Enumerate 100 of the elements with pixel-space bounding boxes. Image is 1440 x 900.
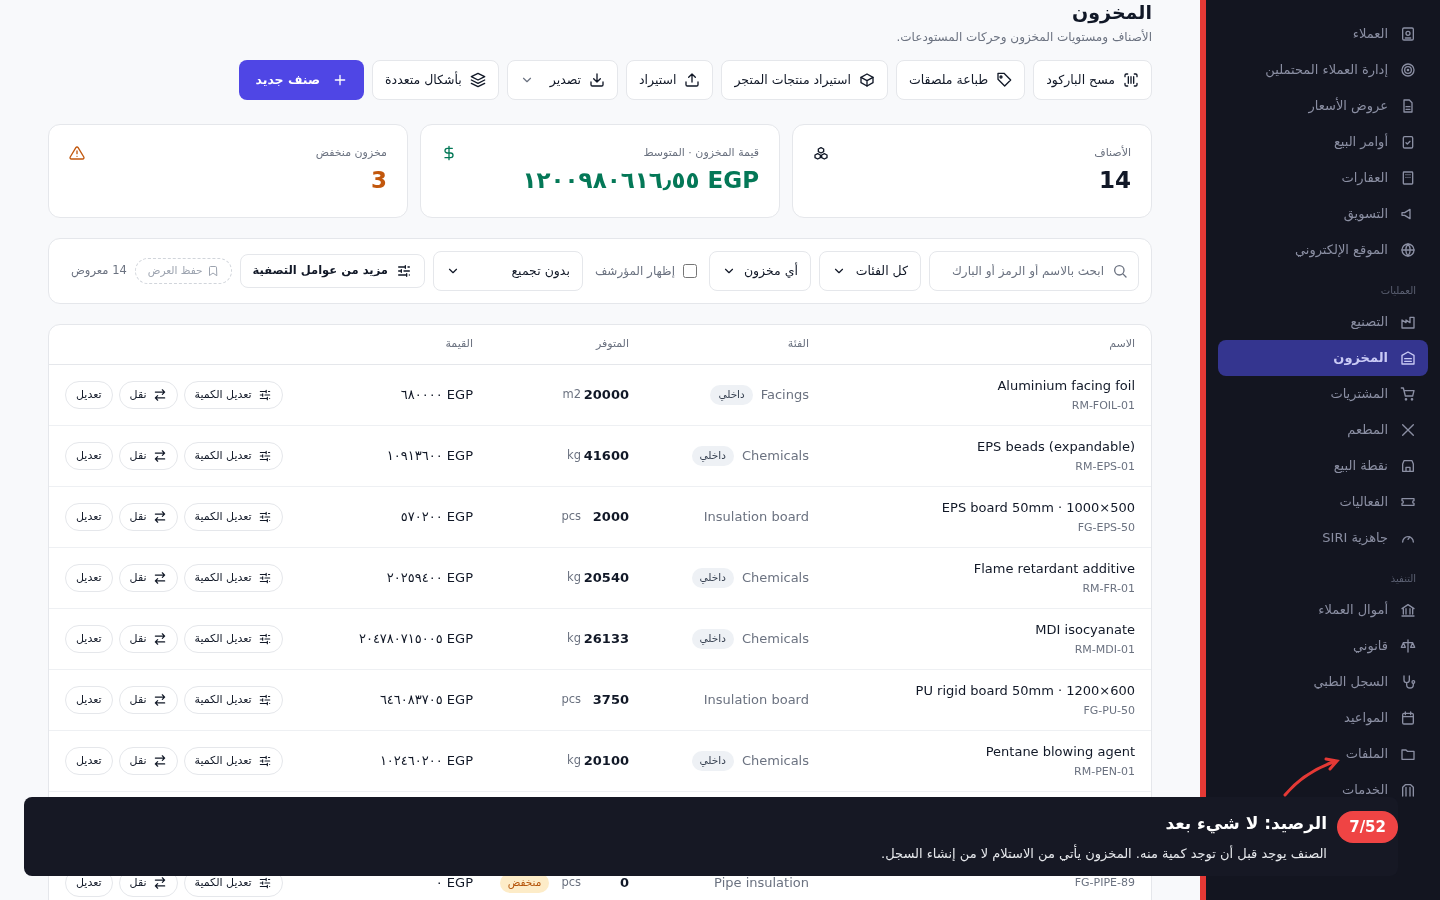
value-text: EGP ٦٨٠٠٠٠ [399,386,473,405]
select-field[interactable]: كل الفئات [819,251,921,291]
contact-card-icon [1400,26,1416,42]
sliders-icon [257,632,272,646]
swap-icon [152,510,167,524]
tour-text: الصنف يوجد قبل أن توجد كمية منه. المخزون يأتي من الاستلام لا من إنشاء السجل. [881,844,1327,864]
checkbox[interactable] [683,264,697,278]
quantity-text: 26133 [583,630,629,649]
item-name: Flame retardant additive [973,559,1135,578]
status-badge: داخلي [691,751,734,771]
page-subtitle: الأصناف ومستويات المخزون وحركات المستودعات. [896,28,1152,46]
item-code: RM-MDI-01 [1074,642,1135,658]
item-code: RM-EPS-01 [1075,459,1135,475]
unit-text: kg [567,569,581,587]
column-header: القيمة [444,336,473,353]
item-code: RM-PEN-01 [1074,764,1135,780]
category-text: Chemicals [741,752,809,771]
toolbar-button[interactable]: استيراد [626,60,714,100]
sidebar-section-label: التنفيذ [1390,573,1416,585]
sidebar-item[interactable]: التصنيع [1218,304,1428,340]
sidebar-item[interactable]: نقطة البيع [1218,448,1428,484]
bookmark-icon [206,265,219,277]
status-badge: داخلي [691,629,734,649]
stat-label: قيمة المخزون · المتوسط [642,145,759,161]
category-text: Chemicals [741,569,809,588]
quantity-text: 20100 [583,752,629,771]
sidebar-item[interactable]: الفعاليات [1218,484,1428,520]
tag-icon [996,72,1013,88]
quantity-text: 3750 [592,691,629,710]
stat-value: 3 [370,165,387,194]
item-name: Pentane blowing agent [985,742,1135,761]
store-icon [1400,458,1416,474]
sidebar-item[interactable]: المخزون [1218,340,1428,376]
item-code: FG-PU-50 [1083,703,1135,719]
item-name: EPS board 50mm · 1000×500 [941,498,1135,517]
sidebar-item[interactable]: السجل الطبي [1218,664,1428,700]
sliders-icon [257,693,272,707]
select-field[interactable]: بدون تجميع [432,251,583,291]
column-header: الاسم [1108,336,1135,353]
folder-icon [1400,746,1416,762]
sidebar-item[interactable]: المطعم [1218,412,1428,448]
item-code: RM-FR-01 [1082,581,1135,597]
value-text: EGP ١٠٢٤٦٠٢٠٠ [378,752,473,771]
upload-icon [684,72,701,88]
sidebar-item[interactable]: الخدمات [1218,772,1428,808]
item-name: EPS beads (expandable) [977,437,1135,456]
quantity-text: 0 [619,874,629,893]
value-text: EGP ٠ [434,874,473,893]
sidebar-item[interactable]: المشتريات [1218,376,1428,412]
sidebar-item[interactable]: الموقع الإلكتروني [1218,232,1428,268]
unit-text: kg [567,447,581,465]
value-text: EGP ٢٠٤٧٨٠٧١٥٠٠٥ [357,630,473,649]
toolbar-button[interactable]: استيراد منتجات المتجر [721,60,888,100]
stethoscope-icon [1400,674,1416,690]
swap-icon [152,693,167,707]
checkbox-label: إظهار المؤرشف [594,263,675,280]
more-filters-button[interactable]: مزيد من عوامل التصفية [239,254,425,288]
unit-text: kg [567,752,581,770]
download-icon [589,72,606,88]
sidebar-item[interactable]: المواعيد [1218,700,1428,736]
category-text: Insulation board [703,508,809,527]
item-name: PU rigid board 50mm · 1200×600 [915,681,1135,700]
sidebar-item[interactable]: قانوني [1218,628,1428,664]
toolbar-button[interactable]: بأشكال متعددة [372,60,499,100]
swap-icon [152,388,167,402]
sidebar-item[interactable]: أموال العملاء [1218,592,1428,628]
stat-label: مخزون منخفض [315,145,387,161]
sidebar-item[interactable]: عروض الأسعار [1218,88,1428,124]
sidebar-item[interactable]: جاهزية SIRI [1218,520,1428,556]
stat-label: الأصناف [1094,145,1131,161]
quantity-text: 20000 [583,386,629,405]
stat-value: 14 [1098,165,1131,194]
sliders-icon [257,754,272,768]
sidebar-item[interactable]: الملفات [1218,736,1428,772]
select-field[interactable]: أي مخزون [709,251,811,291]
toolbar-button[interactable]: صنف جديد [239,60,365,100]
toolbar-button[interactable]: طباعة ملصقات [896,60,1026,100]
status-badge: داخلي [691,568,734,588]
item-code: RM-FOIL-01 [1071,398,1135,414]
sidebar-section-label: العمليات [1380,285,1416,297]
status-badge: داخلي [710,385,753,405]
target-icon [1400,62,1416,78]
barcode-icon [1123,72,1139,88]
unit-text: kg [567,630,581,648]
cart-icon [1400,386,1416,402]
toolbar-button[interactable]: مسح الباركود [1033,60,1152,100]
category-text: Chemicals [741,447,809,466]
sidebar-item[interactable]: إدارة العملاء المحتملين [1218,52,1428,88]
unit-text: pcs [561,691,581,709]
category-text: Chemicals [741,630,809,649]
quantity-text: 41600 [583,447,629,466]
layers-icon [469,72,486,88]
sidebar-item[interactable]: العقارات [1218,160,1428,196]
quantity-text: 2000 [592,508,629,527]
sliders-icon [395,263,412,279]
sidebar-item[interactable]: العملاء [1218,16,1428,52]
sidebar-item[interactable]: أوامر البيع [1218,124,1428,160]
toolbar-button[interactable]: تصدير [506,60,619,100]
stat-value: EGP ١٢٠٠٩٨٠٦١٦٫٥٥ [522,165,759,194]
sidebar-item[interactable]: التسويق [1218,196,1428,232]
